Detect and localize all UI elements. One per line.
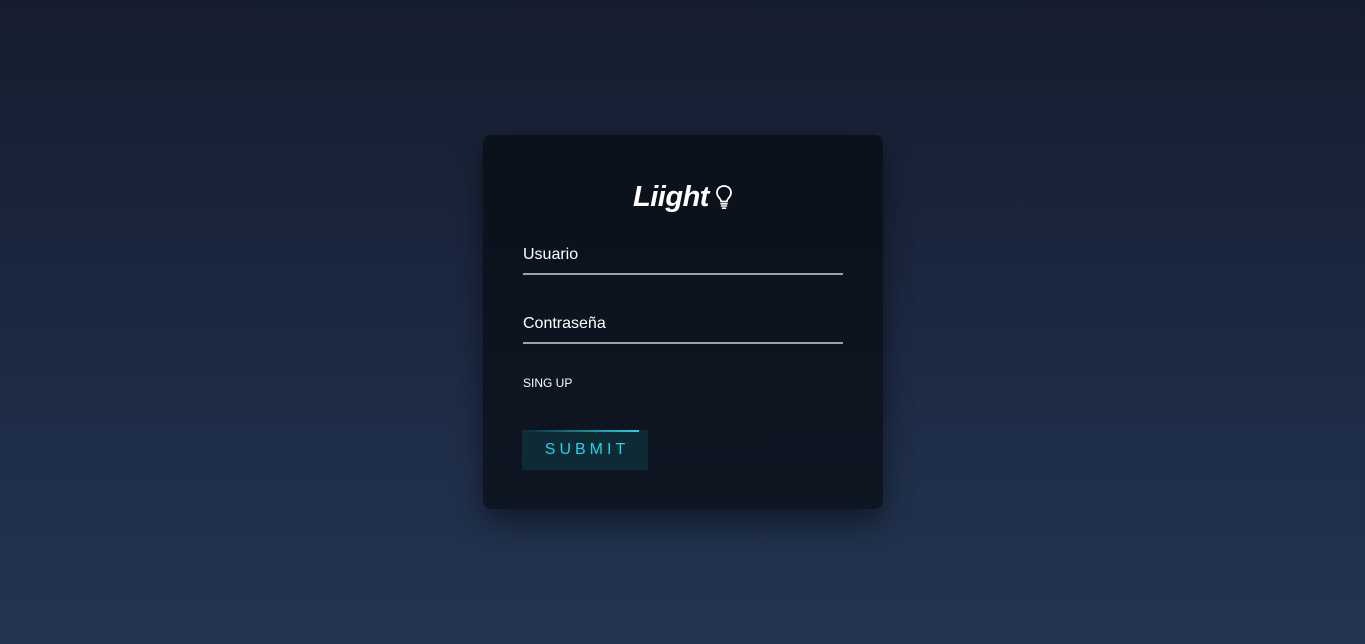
brand-name: Liight [633, 180, 709, 213]
username-input[interactable] [523, 243, 843, 273]
submit-accent-line [522, 430, 639, 432]
login-card: Liight Usuario Contraseña SING UP SUBMIT [483, 135, 883, 509]
signup-link[interactable]: SING UP [523, 376, 572, 390]
password-field[interactable]: Contraseña [523, 312, 843, 344]
brand-logo: Liight [483, 177, 883, 217]
username-field[interactable]: Usuario [523, 243, 843, 275]
lightbulb-icon [715, 184, 733, 210]
submit-button[interactable]: SUBMIT [522, 430, 648, 470]
submit-label: SUBMIT [544, 441, 630, 458]
password-input[interactable] [523, 312, 843, 342]
